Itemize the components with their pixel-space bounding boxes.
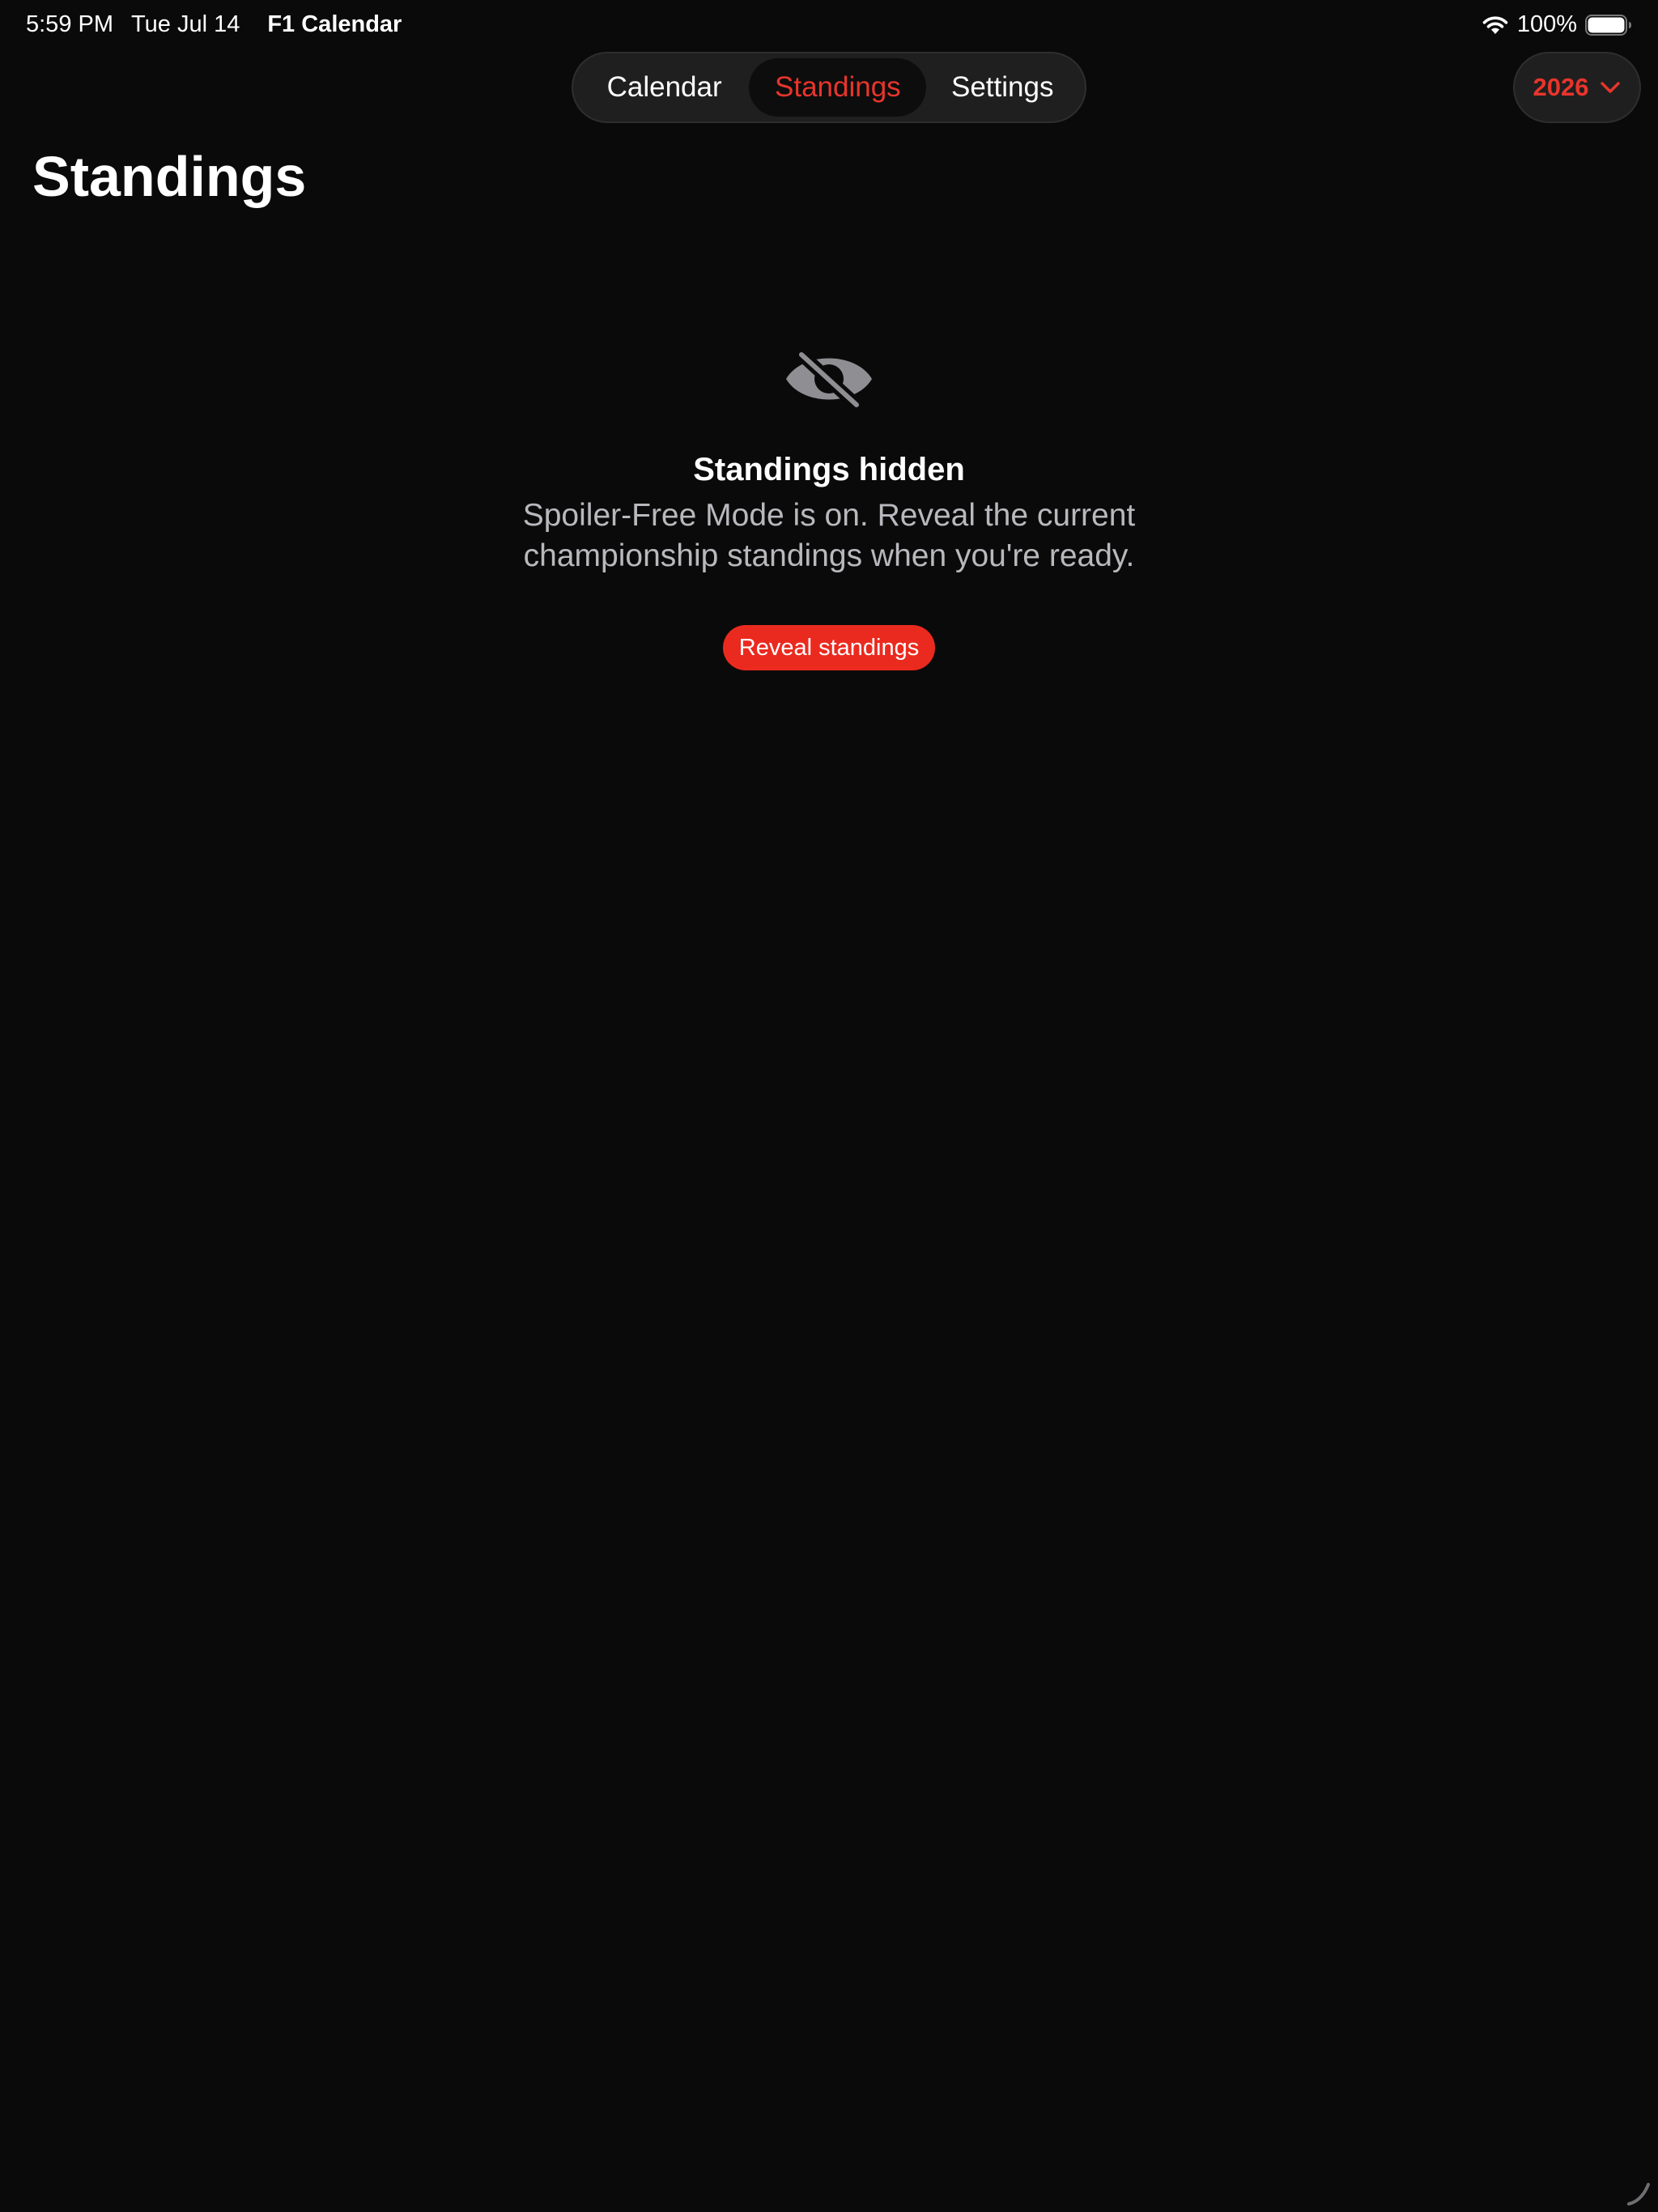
status-right: 100% — [1482, 11, 1632, 38]
empty-state-title: Standings hidden — [693, 452, 965, 487]
tab-switcher: Calendar Standings Settings — [572, 52, 1086, 123]
eye-slash-icon — [786, 352, 872, 407]
empty-state-message: Spoiler-Free Mode is on. Reveal the curr… — [522, 498, 1136, 573]
corner-grip-icon — [1627, 2183, 1650, 2206]
year-picker-button[interactable]: 2026 — [1513, 52, 1641, 123]
page-title: Standings — [32, 145, 307, 208]
battery-icon — [1585, 14, 1631, 36]
empty-state: Standings hidden Spoiler-Free Mode is on… — [0, 348, 1658, 670]
chevron-down-icon — [1601, 82, 1621, 93]
tab-calendar[interactable]: Calendar — [580, 58, 749, 117]
tab-standings[interactable]: Standings — [749, 58, 927, 117]
battery-percent: 100% — [1516, 11, 1577, 37]
tab-settings[interactable]: Settings — [926, 58, 1078, 117]
year-picker-value: 2026 — [1533, 73, 1589, 101]
status-bar: 5:59 PM Tue Jul 14 F1 Calendar 100% — [0, 0, 1658, 52]
status-time: 5:59 PM — [26, 11, 113, 37]
status-app-name: F1 Calendar — [267, 11, 402, 37]
status-date: Tue Jul 14 — [131, 11, 240, 37]
reveal-standings-button[interactable]: Reveal standings — [722, 625, 936, 670]
wifi-icon — [1482, 15, 1508, 34]
status-left: 5:59 PM Tue Jul 14 F1 Calendar — [26, 11, 402, 38]
